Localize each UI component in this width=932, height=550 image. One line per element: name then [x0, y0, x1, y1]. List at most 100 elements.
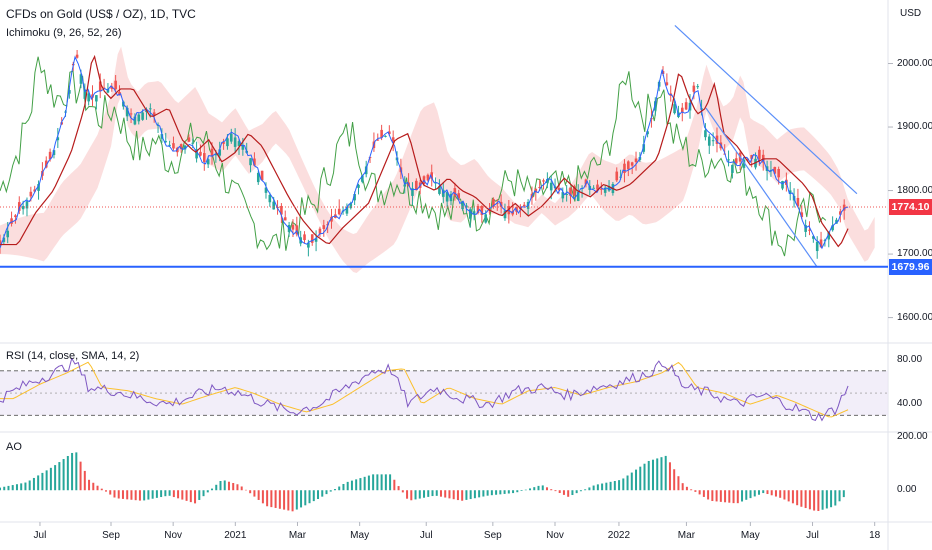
ao-bar	[333, 489, 336, 491]
ao-bar	[635, 469, 638, 491]
time-axis[interactable]	[39, 522, 876, 526]
ao-bar	[626, 475, 629, 491]
ao-bar	[677, 476, 680, 491]
price-candle	[731, 164, 734, 173]
ao-bar	[295, 490, 298, 510]
ao-bar	[414, 490, 417, 500]
price-candle	[337, 208, 341, 215]
ao-bar	[757, 490, 760, 495]
ao-bar	[406, 490, 409, 499]
ao-bar	[160, 490, 163, 498]
ao-bar	[100, 488, 103, 491]
ao-bar	[147, 490, 150, 500]
price-candle	[696, 86, 700, 88]
price-candle	[684, 102, 688, 110]
ao-bar	[185, 490, 188, 501]
ao-bar	[715, 490, 718, 502]
price-candle	[75, 54, 79, 58]
ao-bar	[278, 490, 281, 509]
ao-bar	[813, 490, 816, 511]
ao-bar	[11, 485, 14, 491]
ao-bar	[117, 490, 120, 499]
ao-bar	[520, 490, 523, 491]
current-price-tag: 1774.10	[889, 199, 932, 215]
ao-bar	[439, 490, 442, 497]
price-candle	[29, 191, 33, 197]
ao-bar	[503, 490, 506, 494]
ao-bar	[270, 490, 273, 508]
price-candle	[233, 137, 237, 147]
ao-legend[interactable]: AO	[6, 441, 22, 454]
chart-svg[interactable]	[0, 0, 932, 550]
ao-bar	[287, 490, 290, 511]
ao-bar	[609, 481, 612, 491]
price-candle	[727, 159, 730, 161]
ao-bar	[643, 463, 646, 491]
ao-bar	[401, 490, 404, 493]
price-candle	[203, 153, 206, 162]
ao-bar	[613, 480, 616, 491]
rsi-tick-label: 40.00	[897, 398, 923, 410]
ao-bar	[384, 474, 387, 491]
price-candle	[777, 168, 780, 178]
x-tick-label: Jul	[33, 530, 47, 541]
price-candle	[6, 230, 10, 238]
ao-bar	[787, 490, 790, 502]
price-candle	[137, 114, 141, 122]
ao-bar	[622, 478, 625, 491]
ao-bar	[817, 490, 820, 511]
ao-bar	[83, 470, 86, 491]
ichimoku-legend[interactable]: Ichimoku (9, 26, 52, 26)	[6, 27, 122, 40]
price-candle	[229, 133, 233, 142]
ao-panel[interactable]	[0, 452, 845, 512]
ao-bar	[796, 490, 799, 506]
ao-bar	[198, 490, 201, 500]
ao-bar	[300, 490, 303, 508]
x-tick-label: Mar	[288, 530, 307, 541]
ao-bar	[249, 490, 252, 494]
ao-bar	[164, 490, 167, 497]
ao-bar	[724, 490, 727, 503]
ao-bar	[579, 490, 582, 492]
rsi-panel[interactable]	[0, 357, 888, 422]
ao-bar	[62, 459, 65, 491]
ao-bar	[206, 490, 209, 493]
price-candle	[14, 215, 17, 217]
ao-bar	[749, 490, 752, 499]
ao-bar	[15, 484, 18, 491]
currency-label: USD	[900, 8, 922, 19]
ao-bar	[512, 490, 515, 494]
ao-bar	[0, 487, 1, 491]
ao-bar	[376, 474, 379, 491]
price-candle	[384, 135, 387, 137]
price-candle	[630, 162, 634, 166]
x-tick-label: 18	[869, 530, 881, 541]
ao-bar	[478, 490, 481, 498]
x-tick-label: 2022	[607, 530, 631, 541]
ao-bar	[151, 490, 154, 499]
price-candle	[141, 112, 144, 120]
price-panel[interactable]	[0, 24, 893, 319]
ao-bar	[317, 490, 320, 500]
chart-stage[interactable]: CFDs on Gold (US$ / OZ), 1D, TVC Ichimok…	[0, 0, 932, 550]
rsi-legend[interactable]: RSI (14, close, SMA, 14, 2)	[6, 350, 139, 363]
ao-bar	[529, 488, 532, 491]
ao-bar	[554, 490, 557, 492]
price-candle	[191, 142, 195, 144]
ao-bar	[618, 480, 621, 491]
ao-bar	[448, 490, 451, 499]
ao-bar	[37, 475, 40, 491]
ao-bar	[800, 490, 803, 507]
ao-bar	[673, 469, 676, 491]
price-candle	[226, 138, 229, 147]
ao-bar	[605, 482, 608, 491]
price-candle	[707, 136, 711, 146]
price-candle	[303, 234, 306, 241]
ao-bar	[592, 485, 595, 491]
ao-bar	[261, 490, 264, 504]
ao-bar	[465, 490, 468, 500]
ao-bar	[418, 490, 421, 499]
ao-bar	[791, 490, 794, 504]
x-tick-label: Sep	[483, 530, 502, 541]
ao-bar	[96, 485, 99, 491]
